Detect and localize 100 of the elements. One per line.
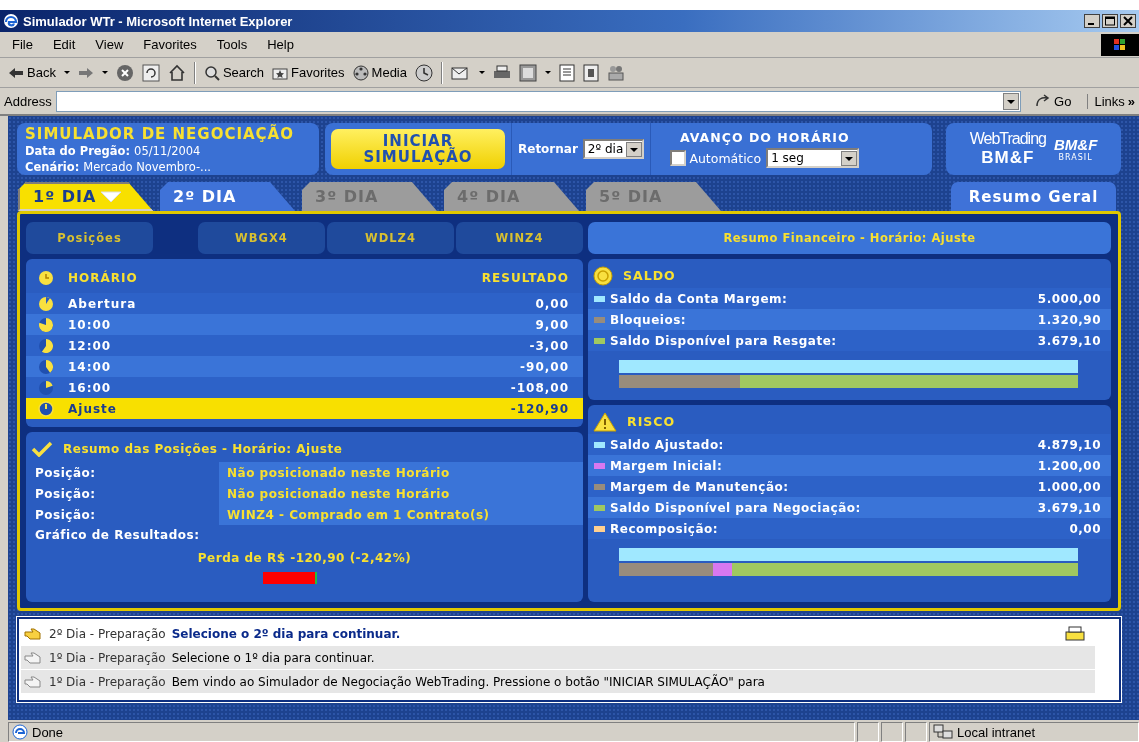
day-tab[interactable]: 2º DIA (160, 182, 295, 211)
position-value: WINZ4 - Comprado em 1 Contrato(s) (219, 504, 583, 525)
page-icon (12, 724, 28, 740)
document-icon[interactable] (559, 63, 575, 82)
schedule-row[interactable]: 10:00 9,00 (26, 314, 583, 335)
result-cell: 9,00 (535, 317, 569, 332)
clock-icon (38, 358, 54, 375)
menu-item[interactable]: Favorites (143, 37, 197, 52)
section-title: RISCO (627, 414, 676, 429)
logo-mark: BM&F (1053, 136, 1098, 153)
menu-item[interactable]: Tools (216, 37, 248, 52)
history-icon[interactable] (415, 63, 433, 82)
search-button[interactable]: Search (203, 64, 265, 81)
schedule-row[interactable]: 16:00 -108,00 (26, 377, 583, 398)
links-label[interactable]: Links (1094, 93, 1125, 109)
stop-icon[interactable] (115, 63, 134, 82)
return-label: Retornar (518, 142, 578, 156)
close-button[interactable] (1120, 14, 1136, 28)
position-label: Posição: (34, 465, 97, 480)
item-value: 1.320,90 (1037, 312, 1101, 327)
menu-item[interactable]: Help (267, 37, 294, 52)
address-label: Address (4, 93, 52, 109)
chart-label: Gráfico de Resultados: (34, 527, 201, 544)
schedule-row[interactable]: 14:00 -90,00 (26, 356, 583, 377)
section-title: SALDO (623, 268, 676, 283)
sub-tab[interactable]: WINZ4 (456, 222, 583, 254)
interval-select[interactable]: 1 seg (766, 148, 860, 168)
summary-tab[interactable]: Resumo Geral (951, 182, 1116, 211)
favorites-button[interactable]: Favorites (272, 65, 345, 80)
position-label: Posição: (34, 486, 97, 501)
browser-icon (3, 13, 19, 29)
clock-icon (38, 270, 54, 286)
menu-item[interactable]: File (12, 37, 33, 52)
sub-tab[interactable]: Posições (26, 222, 153, 254)
mail-icon[interactable] (451, 64, 471, 81)
window-title: Simulador WTr - Microsoft Internet Explorer (23, 13, 293, 29)
caret-icon[interactable] (63, 71, 70, 74)
item-value: 3.679,10 (1037, 500, 1101, 515)
scenario-value: Mercado Novembro-... (83, 159, 211, 175)
refresh-icon[interactable] (141, 63, 160, 82)
date-label: Data do Pregão: (25, 143, 131, 159)
address-field[interactable] (55, 90, 1022, 112)
result-cell: 0,00 (535, 296, 569, 311)
log-message: Selecione o 1º dia para continuar. (171, 650, 375, 665)
media-button[interactable]: Media (352, 64, 407, 81)
item-label: Bloqueios: (610, 312, 687, 327)
messenger-icon[interactable] (607, 63, 625, 82)
result-text: Perda de R$ -120,90 (-2,42%) (196, 551, 413, 565)
clock-icon (38, 295, 54, 312)
result-cell: -108,00 (510, 380, 569, 395)
sub-tab[interactable]: WDLZ4 (327, 222, 454, 254)
item-value: 4.879,10 (1037, 437, 1101, 452)
minimize-button[interactable] (1084, 14, 1100, 28)
day-select[interactable]: 2º dia (582, 139, 645, 159)
status-text: Done (32, 724, 64, 740)
item-value: 3.679,10 (1037, 333, 1101, 348)
clock-icon (38, 316, 54, 333)
time-cell: 10:00 (68, 317, 112, 332)
caret-icon[interactable] (101, 71, 108, 74)
maximize-button[interactable] (1102, 14, 1118, 28)
home-icon[interactable] (167, 63, 186, 82)
forward-arrow-icon[interactable] (77, 66, 94, 79)
edit-icon[interactable] (519, 63, 537, 82)
film-reel-icon (352, 64, 369, 81)
windows-logo-icon (1101, 33, 1139, 56)
back-button[interactable]: Back (8, 65, 56, 80)
checkmark-icon (31, 441, 53, 457)
start-simulation-button[interactable]: INICIAR SIMULAÇÃO (331, 129, 505, 169)
time-cell: 16:00 (68, 380, 112, 395)
zero-line (314, 572, 317, 584)
caret-icon[interactable] (479, 71, 485, 74)
automatic-checkbox[interactable] (670, 150, 687, 166)
sub-tab[interactable]: WBGX4 (198, 222, 325, 254)
go-button[interactable]: Go (1035, 93, 1072, 109)
time-cell: 14:00 (68, 359, 112, 374)
schedule-row[interactable]: Ajuste -120,90 (26, 398, 583, 419)
schedule-row[interactable]: 12:00 -3,00 (26, 335, 583, 356)
logo-subtext: BRASIL (1058, 153, 1093, 162)
column-header: HORÁRIO (68, 271, 138, 285)
menu-item[interactable]: View (95, 37, 124, 52)
app-title: SIMULADOR DE NEGOCIAÇÃO (25, 125, 295, 143)
item-label: Recomposição: (610, 521, 719, 536)
page-icon[interactable] (583, 63, 599, 82)
log-message: Bem vindo ao Simulador de Negociação WebTrading. Pressione o botão "INICIAR SIMULAÇÃO" para (171, 674, 765, 689)
schedule-row[interactable]: Abertura 0,00 (26, 293, 583, 314)
day-tab[interactable]: 1º DIA (18, 182, 153, 211)
item-value: 5.000,00 (1037, 291, 1101, 306)
print-icon[interactable] (1065, 625, 1085, 642)
logo-text: BM&F (981, 148, 1035, 168)
go-arrow-icon (1035, 94, 1052, 108)
caret-icon[interactable] (545, 71, 551, 74)
item-value: 1.000,00 (1037, 479, 1101, 494)
automatic-label: Automático (689, 150, 762, 166)
print-icon[interactable] (493, 64, 511, 81)
result-cell: -120,90 (510, 401, 569, 416)
links-chevron[interactable]: » (1127, 93, 1135, 109)
log-stage: 1º Dia - Preparação (49, 674, 166, 689)
result-cell: -3,00 (529, 338, 569, 353)
time-cell: 12:00 (68, 338, 112, 353)
menu-item[interactable]: Edit (52, 37, 76, 52)
